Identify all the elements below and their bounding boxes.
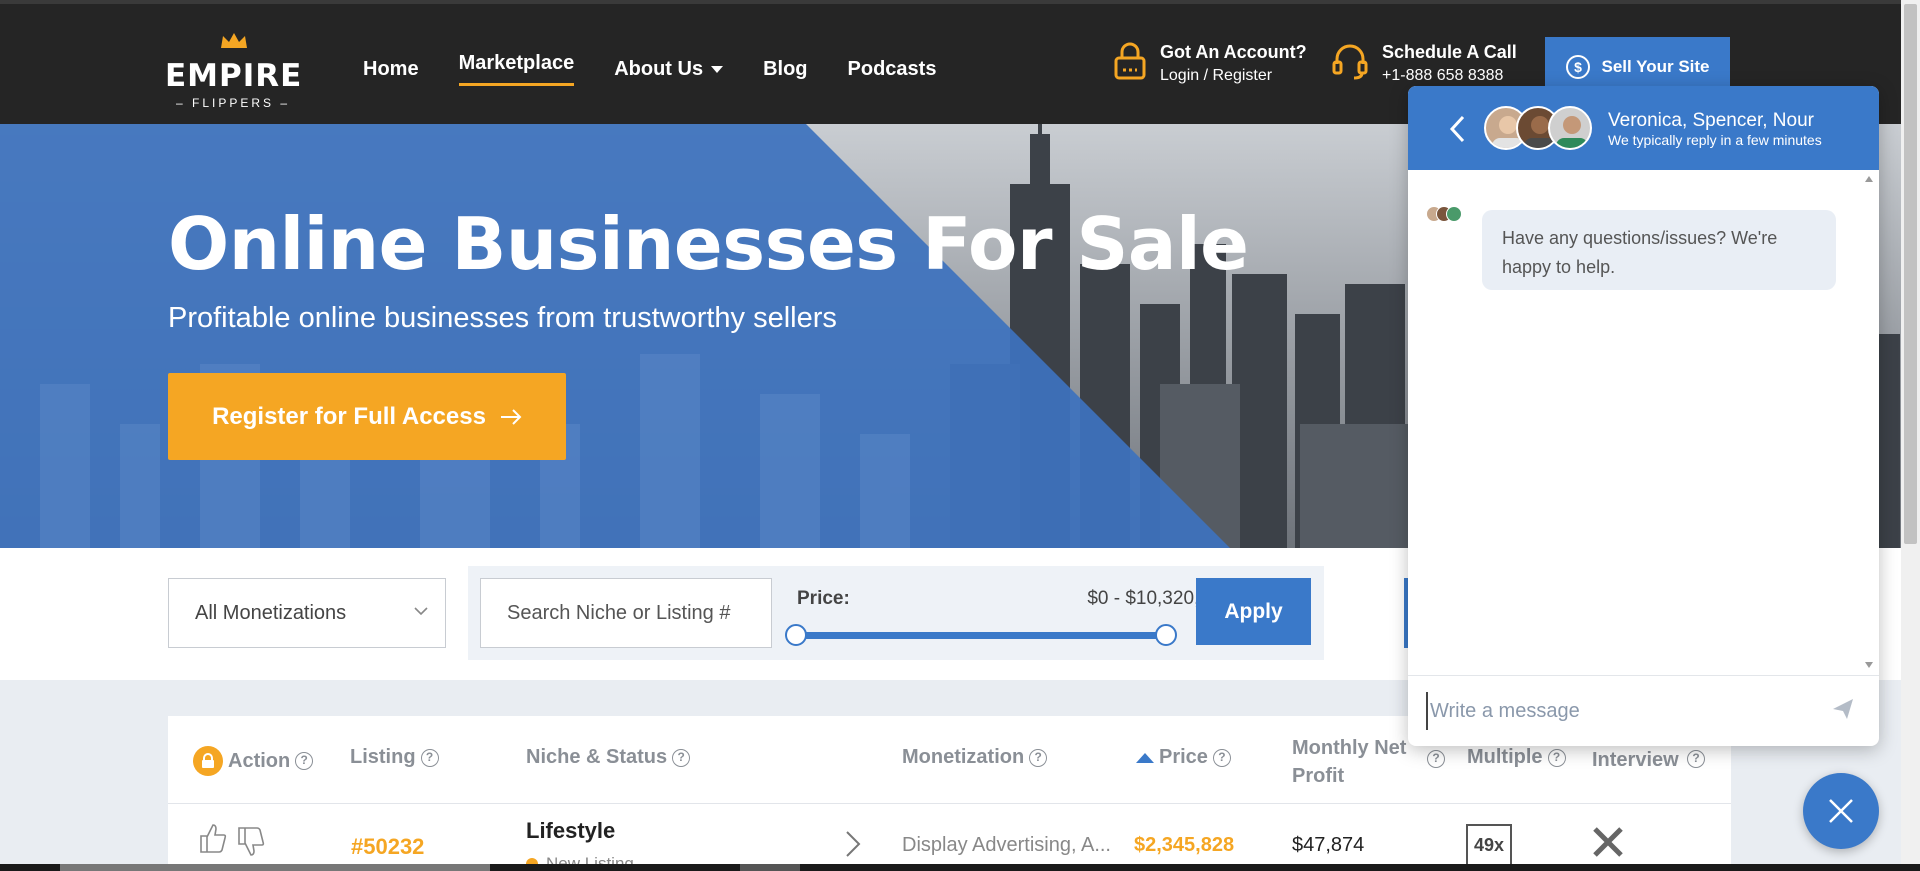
header-monetization-label: Monetization [902,746,1025,768]
header-price-label: Price [1159,746,1208,768]
svg-text:$: $ [1575,59,1583,75]
lock-icon [193,746,223,776]
sell-your-site-label: Sell Your Site [1601,57,1710,76]
close-icon [1593,827,1623,857]
logo-wordmark: EMPIRE [165,58,303,94]
nav-home[interactable]: Home [363,52,419,86]
help-icon[interactable]: ? [295,752,314,770]
header-niche-label: Niche & Status [526,746,668,768]
schedule-call-link[interactable]: Schedule A Call +1-888 658 8388 [1332,42,1517,85]
chat-messages: Have any questions/issues? We're happy t… [1408,170,1879,675]
page-scrollbar[interactable] [1901,0,1920,871]
logo-subtitle-text: FLIPPERS [191,96,275,110]
nav-about-us[interactable]: About Us [614,52,724,86]
nav-podcasts[interactable]: Podcasts [848,52,937,86]
search-input[interactable] [480,578,772,648]
help-icon[interactable]: ? [672,748,691,767]
chat-widget: Veronica, Spencer, Nour We typically rep… [1408,86,1879,746]
thumbs-up-icon[interactable] [198,822,228,854]
price-label: Price: [797,588,850,609]
listing-number[interactable]: #50232 [351,834,424,860]
arrow-right-icon [500,408,522,425]
chat-header: Veronica, Spencer, Nour We typically rep… [1408,86,1879,170]
headset-icon [1332,44,1368,80]
avatar [1548,106,1592,150]
chat-message-input[interactable] [1426,692,1806,730]
logo-subtitle: – FLIPPERS – [175,96,291,110]
table-row[interactable]: #50232 Lifestyle New Listing Display Adv… [168,804,1731,871]
profit-value: $47,874 [1292,834,1365,856]
header-action-label: Action [228,749,291,772]
nav-about-label: About Us [614,57,704,80]
chat-composer [1408,675,1879,746]
page: EMPIRE – FLIPPERS – Home Marketplace Abo… [0,0,1920,871]
chevron-down-icon [414,607,428,616]
help-icon[interactable]: ? [1029,748,1048,767]
phone-number[interactable]: +1-888 658 8388 [1382,67,1517,85]
price-slider-min-handle[interactable] [785,624,807,646]
header-price[interactable]: Price ? [1136,746,1231,769]
nav-marketplace[interactable]: Marketplace [458,52,575,86]
help-icon[interactable]: ? [1212,748,1231,767]
help-icon[interactable]: ? [1427,750,1445,768]
chat-message-bubble: Have any questions/issues? We're happy t… [1482,210,1836,290]
niche-name: Lifestyle [526,818,616,843]
dollar-circle-icon: $ [1566,55,1591,79]
chevron-right-icon[interactable] [844,830,862,858]
register-label: Register for Full Access [212,402,486,430]
apply-button[interactable]: Apply [1196,578,1311,645]
register-full-access-button[interactable]: Register for Full Access [168,373,566,460]
header-listing[interactable]: Listing ? [350,746,439,769]
monetization-selected: All Monetizations [195,601,347,624]
header-listing-label: Listing [350,746,416,768]
header-niche-status[interactable]: Niche & Status ? [526,746,691,769]
header-multiple[interactable]: Multiple ? [1467,746,1566,769]
login-register-link[interactable]: Login / Register [1160,67,1307,85]
multiple-badge: 49x [1466,824,1512,866]
search-price-panel: Price: $0 - $10,320,000 Apply [468,566,1324,660]
bottom-bar-segment [60,864,490,871]
monetization-value: Display Advertising, A... [902,834,1111,856]
back-icon[interactable] [1448,114,1466,144]
hero-subtitle: Profitable online businesses from trustw… [168,302,837,334]
account-title: Got An Account? [1160,42,1307,62]
schedule-call-title: Schedule A Call [1382,42,1517,62]
price-slider-max-handle[interactable] [1155,624,1177,646]
chat-reply-time: We typically reply in a few minutes [1608,132,1822,148]
header-monetization[interactable]: Monetization ? [902,746,1048,769]
help-icon[interactable]: ? [1687,750,1705,768]
header-action[interactable]: Action ? [193,746,314,776]
price-slider-track[interactable] [795,632,1167,639]
account-link[interactable]: Got An Account? Login / Register [1114,42,1307,85]
hero-title: Online Businesses For Sale [168,202,1249,286]
crown-icon [221,33,247,48]
close-icon [1829,799,1853,823]
chat-close-button[interactable] [1803,773,1879,849]
caret-down-icon [711,65,724,73]
help-icon[interactable]: ? [1547,748,1566,767]
header-monthly-net-profit[interactable]: Monthly Net Profit [1292,734,1417,790]
scroll-down-icon[interactable] [1865,662,1873,668]
team-avatars [1484,106,1592,150]
logo[interactable]: EMPIRE – FLIPPERS – [165,30,305,110]
scroll-up-icon[interactable] [1865,176,1873,182]
price-value: $2,345,828 [1134,834,1235,856]
chat-scrollbar[interactable] [1859,170,1879,675]
nav-blog[interactable]: Blog [763,52,807,86]
thumbs-down-icon[interactable] [236,826,266,858]
main-nav: Home Marketplace About Us Blog Podcasts [363,52,936,86]
scrollbar-thumb[interactable] [1904,4,1917,544]
monetization-select[interactable]: All Monetizations [168,578,446,648]
bottom-bar-segment [740,864,800,871]
chat-team-names: Veronica, Spencer, Nour [1608,110,1814,131]
bottom-bar [0,864,1920,871]
lock-icon [1114,42,1146,80]
sort-ascending-icon [1136,752,1154,763]
header-multiple-label: Multiple [1467,746,1543,768]
avatar [1446,206,1462,222]
send-icon[interactable] [1832,698,1854,720]
help-icon[interactable]: ? [420,748,439,767]
